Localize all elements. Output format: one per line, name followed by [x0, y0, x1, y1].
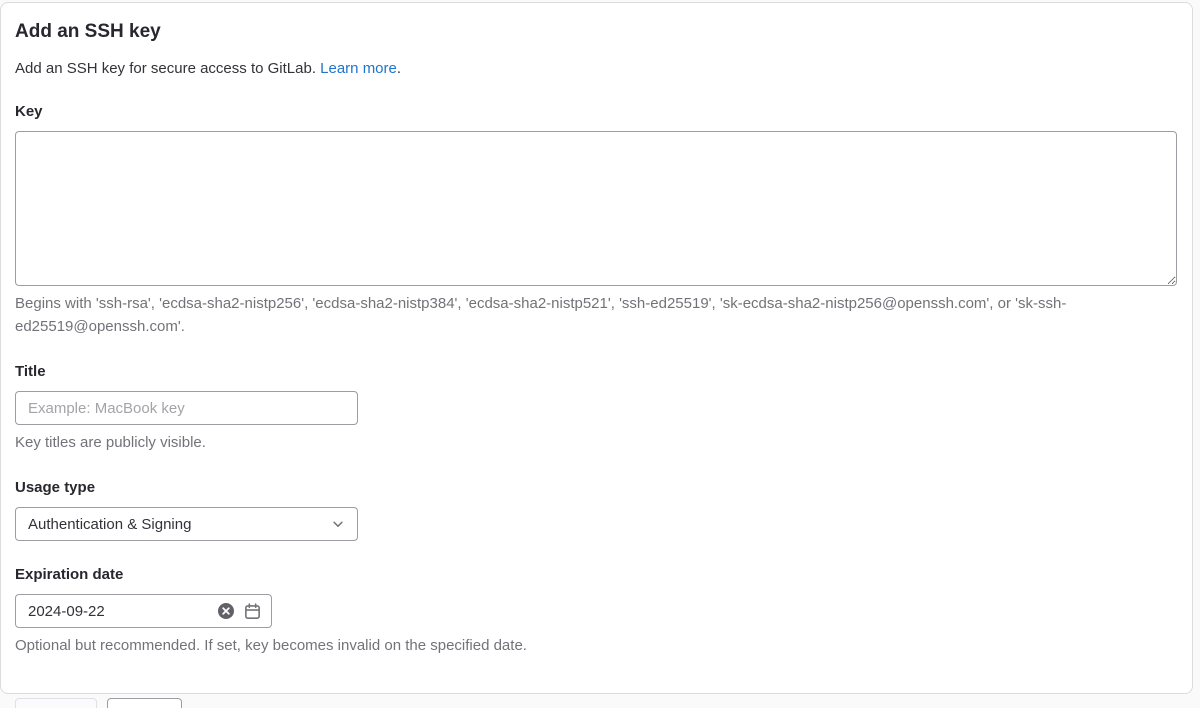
learn-more-link[interactable]: Learn more: [320, 60, 397, 77]
title-input[interactable]: [15, 391, 358, 425]
expiration-date-input[interactable]: [28, 603, 208, 620]
usage-type-field-group: Usage type Authentication & Signing: [15, 478, 1177, 541]
usage-type-selected-value: Authentication & Signing: [28, 516, 191, 533]
description-period: .: [397, 60, 401, 77]
title-help-text: Key titles are publicly visible.: [15, 431, 1177, 454]
usage-type-label: Usage type: [15, 478, 1177, 498]
description-text: Add an SSH key for secure access to GitL…: [15, 60, 320, 77]
page-title: Add an SSH key: [15, 20, 1177, 44]
clear-circle-x-icon: [217, 602, 235, 620]
add-key-button[interactable]: Add key: [15, 698, 97, 708]
ssh-key-textarea[interactable]: [15, 131, 1177, 286]
expiration-date-input-wrapper[interactable]: [15, 594, 272, 628]
chevron-down-icon: [331, 517, 345, 531]
clear-date-button[interactable]: [217, 602, 235, 620]
expiration-date-label: Expiration date: [15, 565, 1177, 585]
key-help-text: Begins with 'ssh-rsa', 'ecdsa-sha2-nistp…: [15, 292, 1177, 338]
key-label: Key: [15, 102, 1177, 122]
usage-type-select[interactable]: Authentication & Signing: [15, 507, 358, 541]
title-label: Title: [15, 362, 1177, 382]
cancel-button[interactable]: Cancel: [107, 698, 182, 708]
expiration-field-group: Expiration date Optiona: [15, 565, 1177, 657]
form-actions: Add key Cancel: [15, 698, 1177, 708]
calendar-icon: [244, 603, 261, 620]
key-field-group: Key Begins with 'ssh-rsa', 'ecdsa-sha2-n…: [15, 102, 1177, 338]
title-field-group: Title Key titles are publicly visible.: [15, 362, 1177, 454]
add-ssh-key-panel: Add an SSH key Add an SSH key for secure…: [0, 2, 1193, 694]
expiration-help-text: Optional but recommended. If set, key be…: [15, 634, 1177, 657]
page-description: Add an SSH key for secure access to GitL…: [15, 58, 1177, 79]
